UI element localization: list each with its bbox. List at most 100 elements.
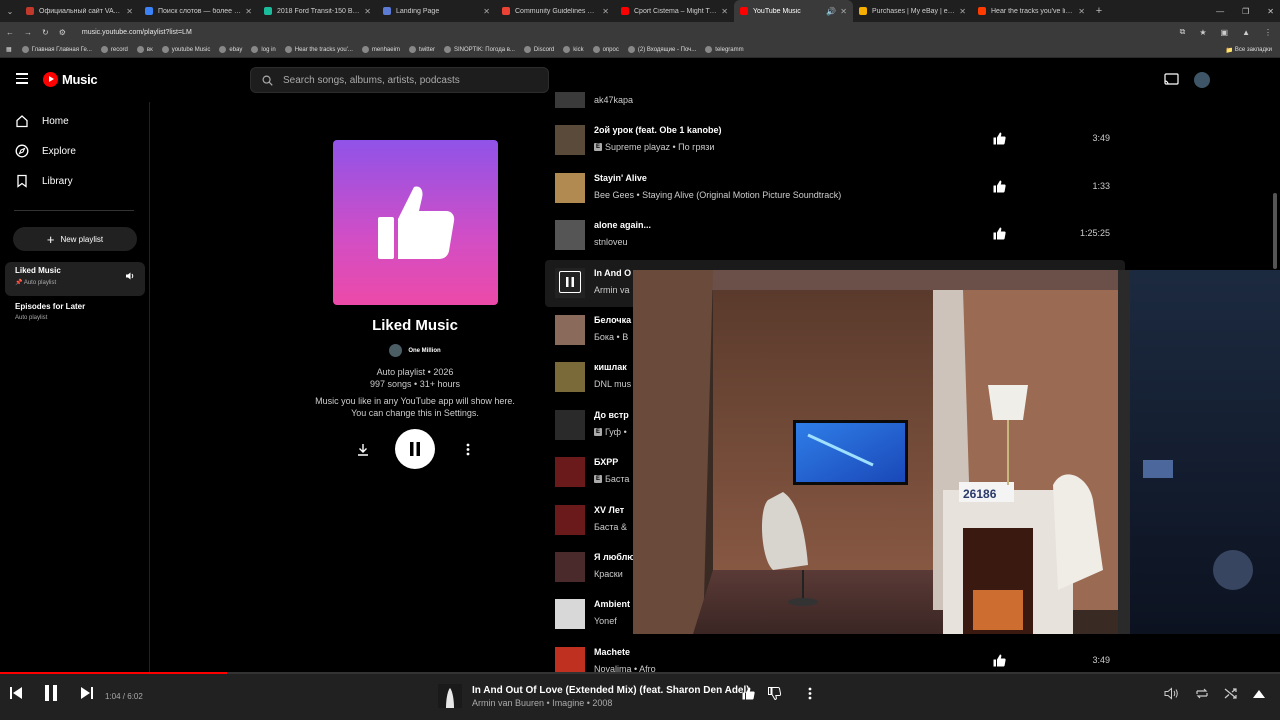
track-artist[interactable]: Novalima • Afro [594, 664, 656, 672]
playlist-owner[interactable]: One Million [300, 344, 530, 357]
track-artist[interactable]: ak47kapa [594, 95, 633, 105]
track-row[interactable]: Stayin' Alive Bee Gees • Staying Alive (O… [545, 165, 1125, 212]
install-icon[interactable]: ⧉ [1180, 27, 1186, 37]
ytm-logo[interactable]: Music [43, 72, 98, 87]
track-title[interactable]: In And O [594, 268, 631, 278]
more-options-button[interactable] [459, 440, 477, 458]
track-title[interactable]: Ambient [594, 599, 630, 609]
expand-player-icon[interactable] [1253, 690, 1265, 698]
now-playing-pause-icon[interactable] [559, 270, 581, 293]
bookmark-item[interactable]: log in [251, 46, 276, 53]
bookmark-item[interactable]: ebay [219, 46, 242, 53]
bookmark-item[interactable]: SINOPTIK: Погода в... [443, 46, 515, 53]
profile-icon[interactable]: ▲ [1242, 28, 1250, 37]
track-title[interactable]: кишлак [594, 362, 627, 372]
dislike-icon[interactable] [768, 687, 781, 700]
bookmark-star-icon[interactable]: ★ [1199, 28, 1206, 37]
menu-icon[interactable] [16, 73, 28, 85]
track-thumbnail[interactable] [555, 125, 585, 156]
track-title[interactable]: Machete [594, 647, 630, 657]
player-more-icon[interactable] [808, 687, 812, 700]
browser-tab[interactable]: YouTube Music 🔊 ✕ [734, 0, 853, 22]
track-thumbnail[interactable] [555, 362, 585, 393]
track-artist[interactable]: Yonef [594, 616, 617, 626]
like-icon[interactable] [742, 687, 755, 700]
like-icon[interactable] [993, 227, 1006, 240]
shuffle-icon[interactable] [1224, 687, 1238, 700]
track-artist[interactable]: Бока • В [594, 332, 628, 342]
track-artist[interactable]: Баста & [594, 522, 627, 532]
tab-close-icon[interactable]: ✕ [602, 7, 609, 16]
track-row[interactable]: ak47kapa [545, 92, 1125, 117]
track-artist[interactable]: E Баста [594, 474, 629, 484]
browser-tab[interactable]: Сport Cistema – Might Try - Yo ✕ [615, 0, 734, 22]
track-title[interactable]: БХРР [594, 457, 618, 467]
bookmark-item[interactable]: вк [136, 46, 153, 53]
repeat-icon[interactable] [1195, 687, 1209, 700]
track-artist[interactable]: E Гуф • [594, 427, 627, 437]
track-row[interactable]: Machete Novalima • Afro 3:49 [545, 639, 1125, 672]
track-artist[interactable]: Armin va [594, 285, 630, 295]
sidebar-playlist-episodes[interactable]: Episodes for Later Auto playlist [5, 298, 145, 325]
track-title[interactable]: До встр [594, 410, 629, 420]
track-thumbnail[interactable] [555, 409, 585, 440]
bookmark-item[interactable]: telegramm [705, 46, 744, 53]
sidebar-item-explore[interactable]: Explore [15, 144, 76, 158]
url-field[interactable]: music.youtube.com/playlist?list=LM [82, 29, 192, 36]
track-artist[interactable]: Краски [594, 569, 623, 579]
like-icon[interactable] [993, 654, 1006, 667]
forward-icon[interactable]: → [24, 28, 32, 37]
translate-icon[interactable]: ▣ [1221, 28, 1229, 37]
volume-icon[interactable] [1164, 687, 1179, 700]
track-thumbnail[interactable] [555, 552, 585, 582]
track-title[interactable]: Я люблю [594, 552, 635, 562]
track-artist[interactable]: E Supreme playaz • По грязи [594, 142, 714, 152]
tab-audio-icon[interactable]: 🔊 [826, 7, 836, 16]
tab-close-icon[interactable]: ✕ [721, 7, 728, 16]
track-title[interactable]: alone again... [594, 220, 651, 230]
bookmark-item[interactable]: опрос [592, 46, 619, 53]
bookmark-item[interactable]: twitter [408, 46, 435, 53]
like-icon[interactable] [993, 180, 1006, 193]
tab-close-icon[interactable]: ✕ [840, 7, 847, 16]
track-title[interactable]: Stayin' Alive [594, 173, 647, 183]
browser-tab[interactable]: Официальный сайт VAVADA C ✕ [20, 0, 139, 22]
browser-tab[interactable]: 2018 Ford Transit-150 Base w/" ✕ [258, 0, 377, 22]
bookmark-item[interactable]: Discord [523, 46, 554, 53]
track-thumbnail[interactable] [555, 504, 585, 535]
reload-icon[interactable]: ↻ [42, 28, 49, 37]
now-playing-thumbnail[interactable] [438, 684, 462, 708]
maximize-icon[interactable]: ❐ [1242, 7, 1249, 16]
tab-close-icon[interactable]: ✕ [959, 7, 966, 16]
browser-tab[interactable]: Purchases | My eBay | eBay ✕ [853, 0, 972, 22]
now-playing-title[interactable]: In And Out Of Love (Extended Mix) (feat.… [472, 685, 750, 696]
bookmark-item[interactable]: (2) Входящие - Поч... [627, 46, 696, 53]
bookmark-item[interactable]: kick [563, 46, 584, 53]
tab-close-icon[interactable]: ✕ [126, 7, 133, 16]
sidebar-playlist-liked-music[interactable]: Liked Music 📌 Auto playlist [5, 262, 145, 296]
account-avatar[interactable] [1194, 72, 1210, 88]
bookmark-item[interactable]: record [100, 46, 128, 53]
browser-menu-icon[interactable]: ⋮ [1264, 28, 1272, 37]
track-thumbnail[interactable] [555, 220, 585, 251]
bookmark-item[interactable]: Главная Главная Ге... [21, 46, 92, 53]
new-playlist-button[interactable]: + New playlist [13, 227, 137, 251]
track-title[interactable]: 2ой урок (feat. Obe 1 kanobe) [594, 125, 721, 135]
apps-icon[interactable]: ▦ [6, 46, 12, 53]
sidebar-item-library[interactable]: Library [15, 174, 73, 188]
bookmark-item[interactable]: Hear the tracks you'... [284, 46, 353, 53]
next-icon[interactable] [80, 687, 93, 699]
browser-tab[interactable]: Community Guidelines Violatio✕ [496, 0, 615, 22]
tab-close-icon[interactable]: ✕ [364, 7, 371, 16]
scrollbar-thumb[interactable] [1273, 193, 1277, 269]
cast-icon[interactable] [1164, 73, 1179, 85]
tab-close-icon[interactable]: ✕ [483, 7, 490, 16]
site-info-icon[interactable]: ⚙ [59, 28, 66, 37]
player-pause-icon[interactable] [44, 685, 58, 701]
bookmark-item[interactable]: menhaeim [361, 46, 400, 53]
track-artist[interactable]: stnloveu [594, 237, 628, 247]
track-thumbnail[interactable] [555, 599, 585, 630]
tab-close-icon[interactable]: ✕ [245, 7, 252, 16]
pause-button[interactable] [395, 429, 435, 469]
track-row[interactable]: 2ой урок (feat. Obe 1 kanobe) E Supreme pl… [545, 117, 1125, 164]
